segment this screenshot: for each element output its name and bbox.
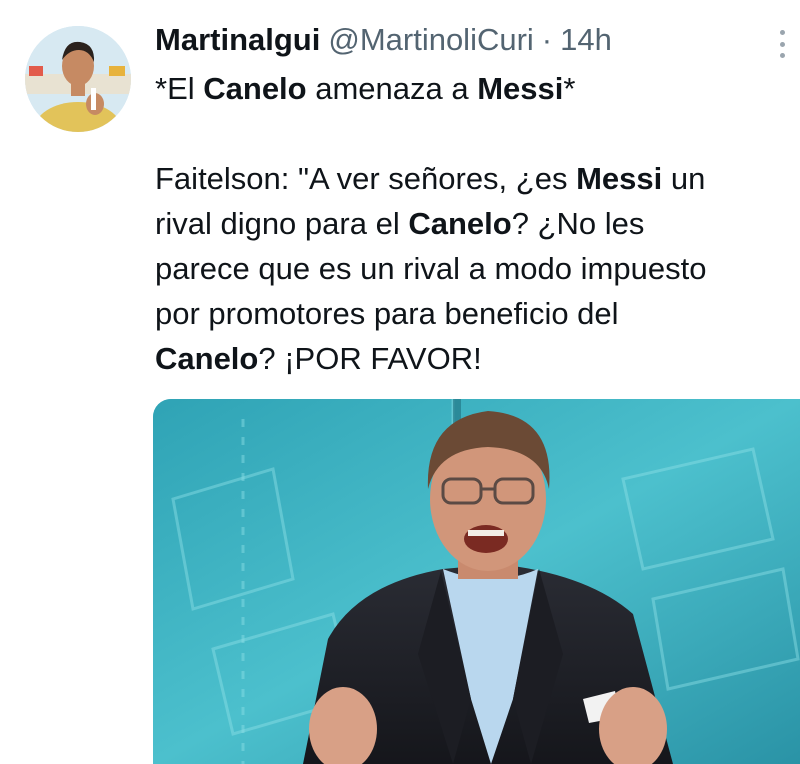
tweet-text-line: rival digno para el Canelo? ¿No les — [155, 206, 645, 241]
tweet-text-line: *El Canelo amenaza a Messi* — [155, 71, 576, 106]
tweet-text-line: Canelo? ¡POR FAVOR! — [155, 341, 482, 376]
more-vertical-icon[interactable] — [770, 26, 794, 62]
tweet-card[interactable]: Martinalgui @MartinoliCuri · 14h *El Can… — [0, 0, 800, 764]
tweet-text-line: Faitelson: "A ver señores, ¿es Messi un — [155, 161, 706, 196]
display-name[interactable]: Martinalgui — [155, 22, 320, 58]
tweet-header: Martinalgui @MartinoliCuri · 14h — [155, 22, 612, 62]
separator-dot: · — [541, 22, 553, 57]
user-handle[interactable]: @MartinoliCuri — [328, 22, 533, 58]
timestamp[interactable]: 14h — [560, 22, 612, 58]
tweet-text-line: parece que es un rival a modo impuesto — [155, 251, 707, 286]
tweet-media-photo[interactable] — [153, 399, 800, 764]
tweet-text-line: por promotores para beneficio del — [155, 296, 619, 331]
avatar[interactable] — [25, 26, 131, 132]
tweet-text: *El Canelo amenaza a Messi* Faitelson: "… — [155, 66, 795, 381]
tv-presenter-photo — [153, 399, 800, 764]
avatar-photo — [25, 26, 131, 132]
